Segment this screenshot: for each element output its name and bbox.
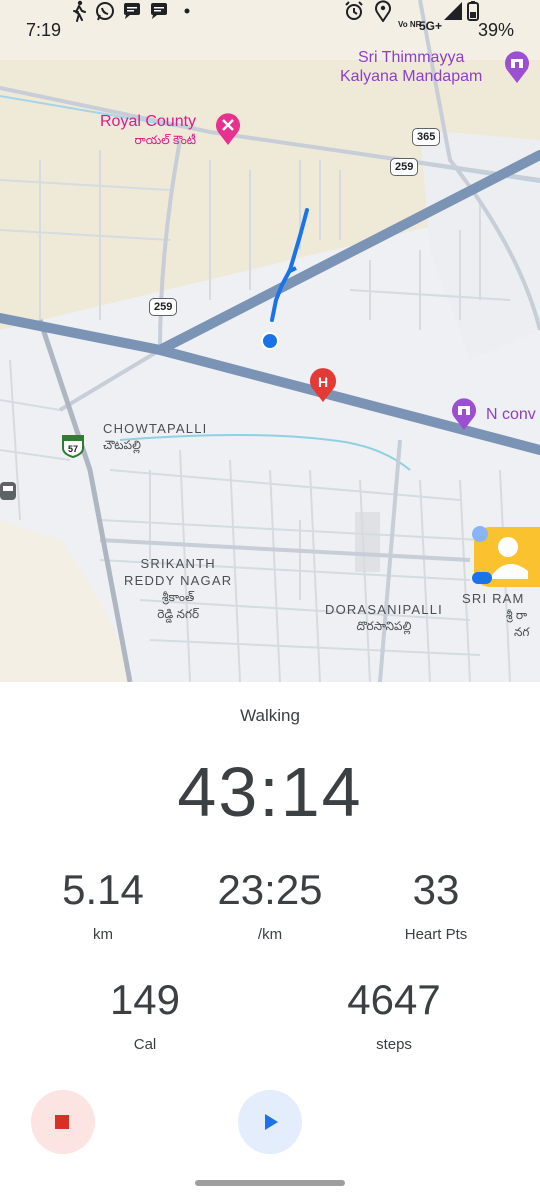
- stat-label: km: [93, 926, 113, 943]
- place-name: SRIKANTH: [140, 556, 216, 571]
- poi-name: N conv: [486, 406, 536, 423]
- stat-label: steps: [376, 1036, 412, 1053]
- highway-shield-icon: 57: [62, 435, 84, 458]
- route-shield-259-west: 259: [149, 298, 178, 316]
- place-name-line2: REDDY NAGAR: [124, 573, 233, 588]
- bus-station-icon[interactable]: [0, 480, 18, 502]
- stat-value: 149: [109, 976, 181, 1023]
- stat-value: 33: [412, 866, 460, 913]
- place-name-telugu-line2: నగ: [514, 625, 530, 639]
- stat-label: Heart Pts: [404, 926, 468, 943]
- place-name-telugu: దొరసానిపల్లి: [356, 619, 412, 633]
- place-name-telugu-line2: రెడ్డి నగర్: [157, 607, 200, 621]
- poi-n-conv[interactable]: N conv: [486, 405, 536, 424]
- stat-calories: 149 Cal: [55, 976, 235, 1053]
- battery-percent: 39%: [477, 20, 514, 40]
- stat-label: Cal: [133, 1036, 157, 1053]
- signal-icon: [444, 2, 462, 20]
- volte-indicator: Vo NR: [398, 20, 422, 29]
- poi-name-line2: Kalyana Mandapam: [340, 68, 483, 85]
- stat-value: 4647: [347, 976, 441, 1023]
- gesture-nav-bar[interactable]: [195, 1180, 345, 1186]
- chat-bubble-icon-2: [151, 3, 167, 19]
- dot-icon: [184, 8, 190, 14]
- activity-type: Walking: [240, 706, 300, 725]
- poi-royal-county[interactable]: Royal County రాయల్ కౌంటీ: [100, 113, 196, 149]
- stat-heart-points: 33 Heart Pts: [346, 866, 526, 943]
- venue-pin-icon-2[interactable]: [450, 397, 478, 431]
- route-shield-365: 365: [412, 128, 441, 146]
- highway-shield-number: 57: [68, 444, 78, 454]
- place-name-telugu: శ్రీ రా: [506, 608, 528, 622]
- whatsapp-icon: [96, 2, 114, 21]
- stop-icon: [55, 1115, 69, 1129]
- location-blue-dot: [472, 526, 488, 542]
- place-name: DORASANIPALLI: [325, 602, 443, 617]
- current-location-dot: [261, 332, 279, 350]
- play-icon: [265, 1114, 278, 1130]
- svg-text:H: H: [318, 374, 328, 390]
- status-bar: 7:19 Vo NR 5G+ 39%: [0, 0, 540, 60]
- battery-icon: [467, 1, 479, 21]
- walking-icon: [73, 0, 86, 22]
- hospital-pin-icon[interactable]: H: [308, 367, 338, 403]
- stop-button[interactable]: [31, 1090, 95, 1154]
- place-name-telugu: చౌటపల్లి: [103, 438, 141, 452]
- place-dorasanipalli: DORASANIPALLI దొరసానిపల్లి: [325, 601, 443, 635]
- chat-bubble-icon: [124, 3, 140, 19]
- route-shield-259: 259: [390, 158, 419, 176]
- place-chowtapalli: CHOWTAPALLI చౌటపల్లి: [103, 420, 207, 454]
- map-view[interactable]: Royal County రాయల్ కౌంటీ Sri Thimmayya K…: [0, 0, 540, 682]
- place-name: SRI RAM: [462, 591, 525, 606]
- stat-pace: 23:25 /km: [180, 866, 360, 943]
- stat-label: /km: [257, 926, 283, 943]
- stat-steps: 4647 steps: [304, 976, 484, 1053]
- stat-value: 5.14: [62, 866, 144, 913]
- chat-marker-icon: [472, 572, 492, 584]
- shopping-pin-icon[interactable]: [214, 112, 242, 146]
- poi-name: Royal County: [100, 113, 197, 130]
- stat-value: 23:25: [217, 866, 323, 913]
- place-name-telugu: శ్రీకాంత్: [162, 590, 195, 604]
- workout-duration: 43:14: [177, 753, 363, 831]
- play-button[interactable]: [238, 1090, 302, 1154]
- status-time: 7:19: [26, 20, 62, 40]
- location-icon: [375, 0, 391, 22]
- workout-panel: Walking 43:14 5.14 km 23:25 /km 33 Heart…: [0, 682, 540, 1200]
- place-srikanth-reddy-nagar: SRIKANTH REDDY NAGAR శ్రీకాంత్ రెడ్డి నగ…: [124, 555, 232, 623]
- poi-name-telugu: రాయల్ కౌంటీ: [134, 133, 197, 147]
- place-sri-ram: SRI RAM శ్రీ రా నగ: [462, 590, 529, 641]
- stat-distance: 5.14 km: [13, 866, 193, 943]
- place-name: CHOWTAPALLI: [103, 421, 208, 436]
- network-indicator: 5G+: [419, 19, 443, 33]
- map-canvas: [0, 0, 540, 682]
- alarm-icon: [345, 1, 363, 20]
